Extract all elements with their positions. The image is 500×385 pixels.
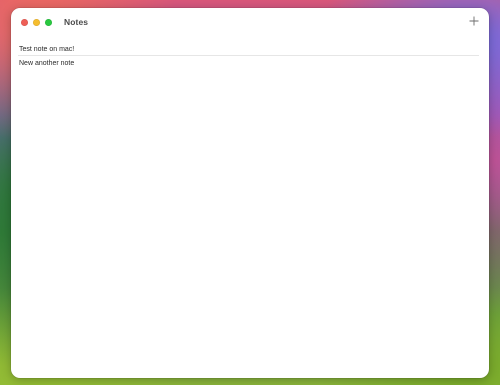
notes-list: Test note on mac! New another note xyxy=(11,43,489,71)
add-note-button[interactable] xyxy=(467,14,481,28)
maximize-window-button[interactable] xyxy=(45,18,52,26)
window-controls xyxy=(21,18,52,26)
title-bar: Notes xyxy=(11,8,489,36)
note-text[interactable]: Test note on mac! xyxy=(19,46,74,53)
minimize-window-button[interactable] xyxy=(33,18,40,26)
note-item[interactable]: Test note on mac! xyxy=(18,43,489,57)
close-window-button[interactable] xyxy=(21,18,28,26)
plus-icon xyxy=(469,16,479,26)
notes-window: Notes Test note on mac! New another note xyxy=(11,8,489,378)
note-item[interactable]: New another note xyxy=(18,57,489,71)
note-text[interactable]: New another note xyxy=(19,60,74,67)
window-title: Notes xyxy=(64,17,89,27)
